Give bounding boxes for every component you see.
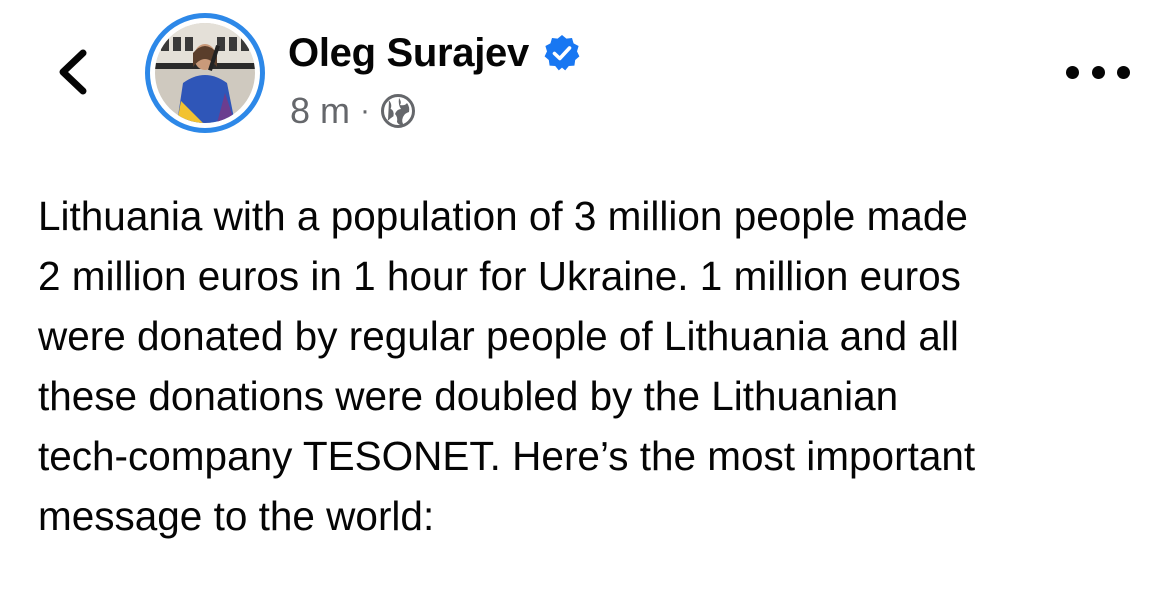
post-body: Lithuania with a population of 3 million… [38,186,1148,546]
globe-icon[interactable] [380,93,416,129]
more-horizontal-icon-dot [1117,65,1130,79]
verified-badge-icon [543,34,581,72]
avatar[interactable] [145,13,265,133]
post-body-line: were donated by regular people of Lithua… [38,313,959,359]
back-button[interactable] [44,42,100,102]
post-header: Oleg Surajev 8 m · [0,0,1170,160]
post-body-line: message to the world: [38,493,435,539]
more-horizontal-icon-dot [1091,65,1105,79]
post-meta: 8 m · [290,88,416,134]
more-horizontal-icon-dot [1066,65,1079,79]
more-options-button[interactable] [1066,54,1130,90]
chevron-left-icon [59,49,87,95]
post-body-line: 2 million euros in 1 hour for Ukraine. 1… [38,253,961,299]
meta-separator: · [360,94,371,127]
post-timestamp[interactable]: 8 m [290,90,350,132]
post-body-line: these donations were doubled by the Lith… [38,373,899,419]
author-name[interactable]: Oleg Surajev [288,31,529,76]
post-body-line: Lithuania with a population of 3 million… [38,193,968,239]
avatar-photo [155,23,255,123]
post-body-line: tech-company TESONET. Here’s the most im… [38,433,976,479]
author-line: Oleg Surajev [288,28,581,78]
